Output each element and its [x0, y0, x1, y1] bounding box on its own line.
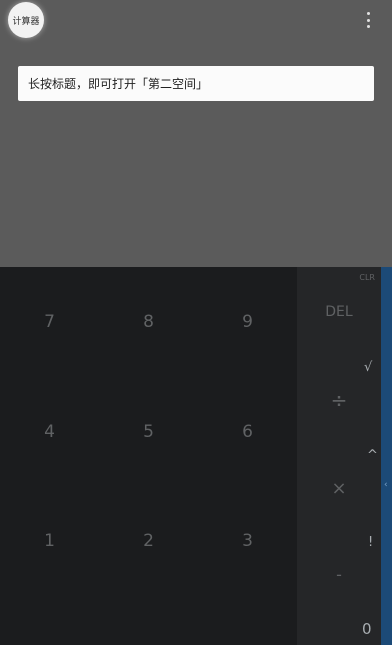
key-7[interactable]: 7 — [0, 267, 99, 377]
app-title[interactable]: 计算器 — [8, 2, 44, 38]
delete-button[interactable]: DEL — [297, 299, 381, 325]
minus-button[interactable]: - — [297, 561, 381, 587]
key-1[interactable]: 1 — [0, 486, 99, 596]
key-4[interactable]: 4 — [0, 377, 99, 487]
advanced-panel-handle[interactable]: ‹ — [381, 267, 392, 645]
chevron-left-icon: ‹ — [384, 480, 388, 490]
divide-button[interactable]: ÷ — [297, 385, 381, 415]
key-6[interactable]: 6 — [198, 377, 297, 487]
operator-column: CLR DEL ÷ × - √ ^ ! 0 — [297, 267, 381, 645]
power-button[interactable]: ^ — [367, 448, 378, 463]
key-8[interactable]: 8 — [99, 267, 198, 377]
dimmed-app-area — [0, 0, 392, 267]
sqrt-button[interactable]: √ — [364, 360, 372, 375]
hint-text: 长按标题，即可打开「第二空间」 — [28, 77, 209, 91]
more-vert-icon[interactable] — [362, 10, 374, 30]
key-9[interactable]: 9 — [198, 267, 297, 377]
factorial-button[interactable]: ! — [368, 535, 373, 550]
key-3[interactable]: 3 — [198, 486, 297, 596]
multiply-button[interactable]: × — [297, 473, 381, 503]
key-2[interactable]: 2 — [99, 486, 198, 596]
key-5[interactable]: 5 — [99, 377, 198, 487]
clear-button[interactable]: CLR — [359, 273, 375, 282]
zero-button-partial[interactable]: 0 — [362, 620, 372, 638]
hint-tooltip: 长按标题，即可打开「第二空间」 — [18, 66, 374, 101]
number-pad: 7 8 9 4 5 6 1 2 3 — [0, 267, 297, 645]
